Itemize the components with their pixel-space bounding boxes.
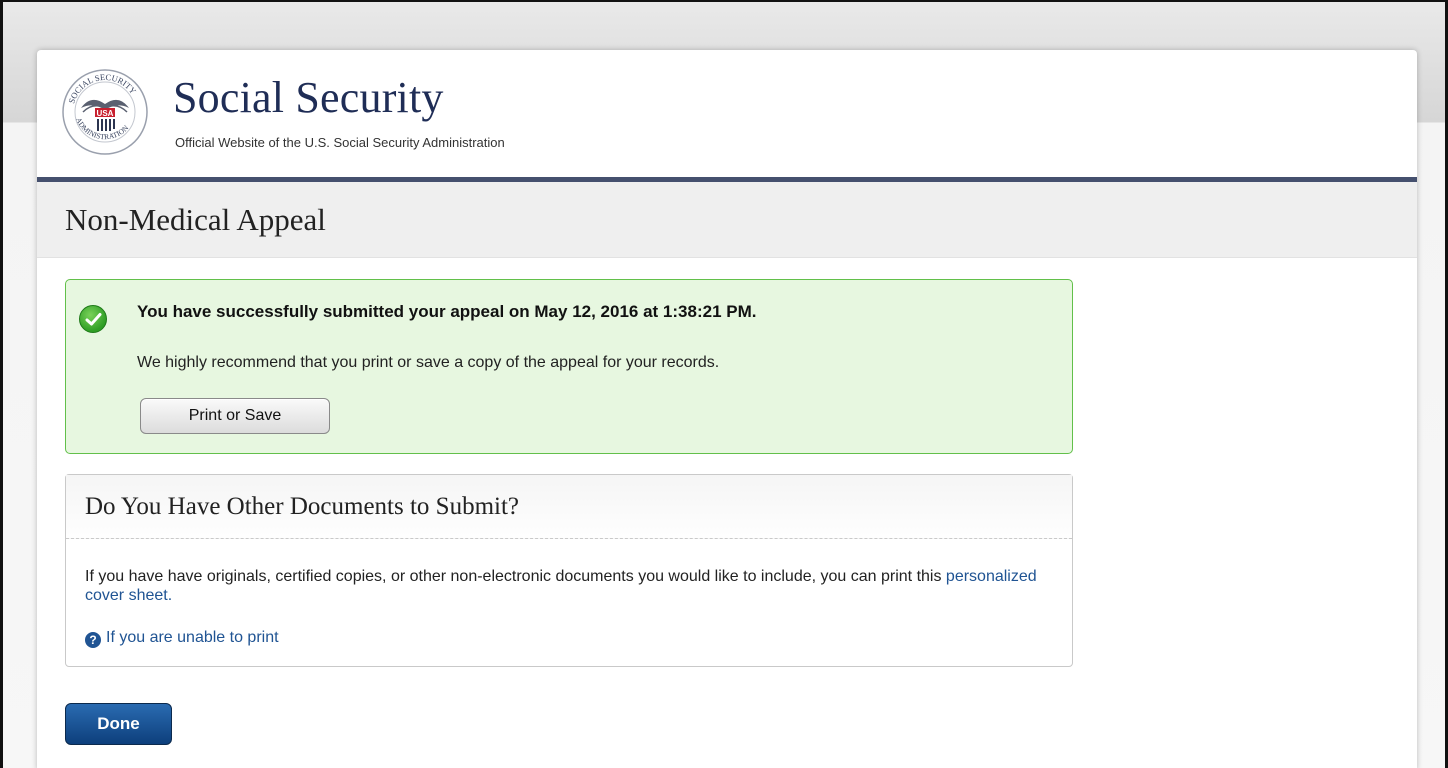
unable-to-print-link[interactable]: If you are unable to print bbox=[106, 629, 279, 646]
site-title[interactable]: Social Security bbox=[173, 72, 444, 123]
print-or-save-button[interactable]: Print or Save bbox=[140, 398, 330, 434]
page-title: Non-Medical Appeal bbox=[65, 202, 326, 237]
unable-to-print-help[interactable]: ? If you are unable to print bbox=[85, 629, 279, 648]
panel-body-text: If you have have originals, certified co… bbox=[85, 567, 1060, 605]
done-button[interactable]: Done bbox=[65, 703, 172, 745]
checkmark-icon bbox=[79, 305, 107, 333]
other-documents-panel: Do You Have Other Documents to Submit? I… bbox=[65, 474, 1073, 667]
success-message: We highly recommend that you print or sa… bbox=[137, 354, 720, 371]
success-alert: You have successfully submitted your app… bbox=[65, 279, 1073, 454]
site-header: SOCIAL SECURITY ADMINISTRATION USA Socia… bbox=[37, 50, 1417, 182]
page-container: SOCIAL SECURITY ADMINISTRATION USA Socia… bbox=[37, 50, 1417, 768]
svg-text:USA: USA bbox=[97, 109, 114, 118]
site-subtitle: Official Website of the U.S. Social Secu… bbox=[175, 135, 505, 150]
ssa-seal-logo[interactable]: SOCIAL SECURITY ADMINISTRATION USA bbox=[61, 68, 149, 156]
success-title: You have successfully submitted your app… bbox=[137, 302, 757, 321]
page-title-bar: Non-Medical Appeal bbox=[37, 182, 1417, 258]
documents-description: If you have have originals, certified co… bbox=[85, 568, 946, 585]
panel-header: Do You Have Other Documents to Submit? bbox=[66, 475, 1072, 539]
panel-heading: Do You Have Other Documents to Submit? bbox=[85, 493, 519, 520]
question-circle-icon: ? bbox=[85, 632, 101, 648]
